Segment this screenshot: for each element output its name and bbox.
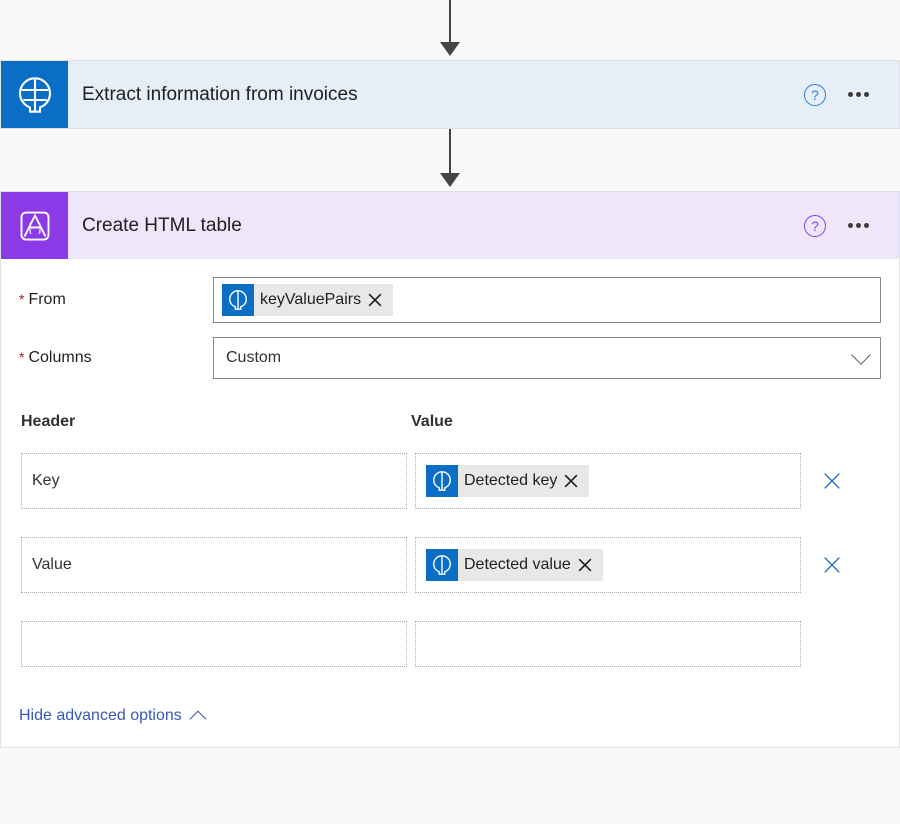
chevron-up-icon xyxy=(189,711,206,728)
step-title: Create HTML table xyxy=(68,215,804,237)
columns-select[interactable]: Custom xyxy=(213,337,881,379)
flow-arrow xyxy=(0,129,900,191)
ai-builder-icon xyxy=(426,549,458,581)
step-extract-invoices[interactable]: Extract information from invoices ? xyxy=(0,60,900,129)
column-header-header: Header xyxy=(21,413,411,431)
from-token[interactable]: keyValuePairs xyxy=(222,284,393,316)
columns-value: Custom xyxy=(226,349,281,367)
columns-row: *Columns Custom xyxy=(19,337,881,379)
ai-builder-icon xyxy=(426,465,458,497)
ai-builder-icon xyxy=(222,284,254,316)
table-row-empty xyxy=(21,621,879,667)
more-menu-icon[interactable] xyxy=(848,223,869,228)
ai-builder-icon xyxy=(1,61,68,128)
remove-token-icon[interactable] xyxy=(573,553,597,577)
value-cell[interactable] xyxy=(415,621,801,667)
svg-text:{ }: { } xyxy=(26,220,42,235)
value-cell[interactable]: Detected value xyxy=(415,537,801,593)
header-cell[interactable]: Key xyxy=(21,453,407,509)
remove-token-icon[interactable] xyxy=(559,469,583,493)
help-icon[interactable]: ? xyxy=(804,84,826,106)
data-operation-icon: { } xyxy=(1,192,68,259)
value-token[interactable]: Detected key xyxy=(426,465,589,497)
hide-advanced-label: Hide advanced options xyxy=(19,707,182,725)
table-row: Key Detected key xyxy=(21,453,879,509)
from-input[interactable]: keyValuePairs xyxy=(213,277,881,323)
step-create-html-table: { } Create HTML table ? *From xyxy=(0,191,900,748)
columns-label: *Columns xyxy=(19,349,213,367)
header-cell-text: Value xyxy=(32,556,72,574)
help-icon[interactable]: ? xyxy=(804,215,826,237)
chevron-down-icon xyxy=(851,345,871,365)
value-cell[interactable]: Detected key xyxy=(415,453,801,509)
token-text: keyValuePairs xyxy=(260,291,361,309)
token-text: Detected key xyxy=(464,472,557,490)
more-menu-icon[interactable] xyxy=(848,92,869,97)
table-row: Value Detected value xyxy=(21,537,879,593)
value-token[interactable]: Detected value xyxy=(426,549,603,581)
step-header[interactable]: { } Create HTML table ? xyxy=(1,192,899,259)
column-header-value: Value xyxy=(411,413,879,431)
flow-arrow xyxy=(0,0,900,60)
step-title: Extract information from invoices xyxy=(68,84,804,106)
remove-token-icon[interactable] xyxy=(363,288,387,312)
delete-row-button[interactable] xyxy=(809,537,855,593)
delete-row-button[interactable] xyxy=(809,453,855,509)
token-text: Detected value xyxy=(464,556,571,574)
from-row: *From keyValuePairs xyxy=(19,277,881,323)
header-cell-text: Key xyxy=(32,472,60,490)
columns-table: Header Value Key Det xyxy=(19,413,881,667)
hide-advanced-options[interactable]: Hide advanced options xyxy=(19,667,881,747)
header-cell[interactable] xyxy=(21,621,407,667)
from-label: *From xyxy=(19,291,213,309)
header-cell[interactable]: Value xyxy=(21,537,407,593)
